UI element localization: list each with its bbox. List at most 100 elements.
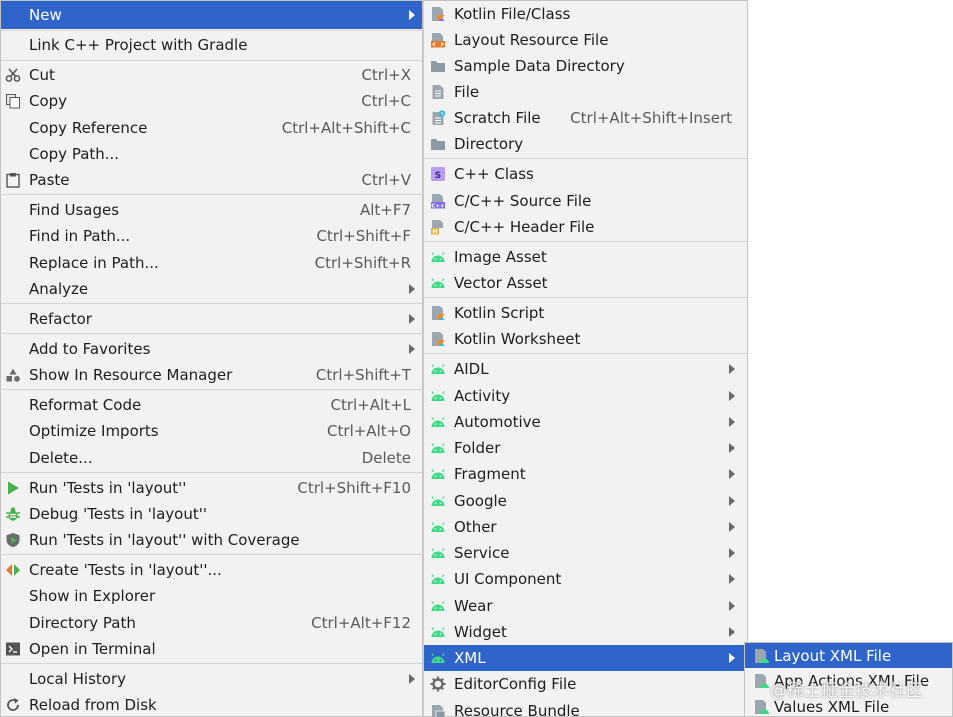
menu-item-reload-from-disk[interactable]: Reload from Disk [1,692,422,717]
menu-item-c-cpp-source-file[interactable]: C++ C/C++ Source File [424,188,747,214]
menu-item-run-tests[interactable]: Run 'Tests in 'layout'' Ctrl+Shift+F10 [1,475,422,501]
menu-item-c-cpp-header-file[interactable]: H C/C++ Header File [424,214,747,240]
menu-item-widget[interactable]: Widget [424,619,747,645]
menu-item-show-in-explorer[interactable]: Show in Explorer [1,583,422,609]
copy-icon [5,93,21,109]
shortcut-text: Ctrl+Alt+O [327,422,411,440]
menu-item-new[interactable]: New [1,1,422,29]
menu-item-label: Automotive [454,413,541,431]
menu-item-aidl[interactable]: AIDL [424,356,747,382]
menu-item-label: Copy Path... [29,145,120,163]
gear-icon [430,676,446,692]
menu-item-label: Paste [29,171,70,189]
menu-item-label: UI Component [454,570,562,588]
menu-item-resource-bundle[interactable]: Resource Bundle [424,698,747,717]
menu-item-label: Analyze [29,280,89,298]
submenu-arrow-icon [729,391,735,401]
resource-manager-icon [5,367,21,383]
menu-separator [424,353,747,354]
menu-item-add-to-favorites[interactable]: Add to Favorites [1,336,422,362]
android-icon [430,571,446,587]
shortcut-text: Ctrl+Shift+F [316,227,411,245]
menu-item-ui-component[interactable]: UI Component [424,566,747,592]
xml-file-icon [753,673,769,689]
menu-item-automotive[interactable]: Automotive [424,409,747,435]
menu-item-service[interactable]: Service [424,540,747,566]
menu-item-file[interactable]: File [424,79,747,105]
menu-item-directory[interactable]: Directory [424,131,747,157]
run-icon [5,480,21,496]
menu-item-label: Widget [454,623,507,641]
menu-item-label: Replace in Path... [29,254,159,272]
submenu-arrow-icon [729,522,735,532]
file-icon [430,84,446,100]
menu-item-sample-data-directory[interactable]: Sample Data Directory [424,53,747,79]
menu-item-paste[interactable]: Paste Ctrl+V [1,167,422,193]
menu-item-reformat-code[interactable]: Reformat Code Ctrl+Alt+L [1,392,422,418]
xml-file-icon [753,699,769,715]
create-test-icon [5,562,21,578]
menu-separator [1,30,422,31]
menu-item-label: Other [454,518,497,536]
menu-separator [1,333,422,334]
menu-item-find-in-path[interactable]: Find in Path... Ctrl+Shift+F [1,223,422,249]
svg-text:H: H [432,228,437,235]
menu-item-cut[interactable]: Cut Ctrl+X [1,62,422,88]
menu-item-label: Run 'Tests in 'layout'' with Coverage [29,531,300,549]
shortcut-text: Delete [361,449,411,467]
menu-item-directory-path[interactable]: Directory Path Ctrl+Alt+F12 [1,610,422,636]
menu-item-label: Kotlin Worksheet [454,330,581,348]
menu-item-fragment[interactable]: Fragment [424,461,747,487]
menu-item-optimize-imports[interactable]: Optimize Imports Ctrl+Alt+O [1,418,422,444]
menu-item-show-in-resource-manager[interactable]: Show In Resource Manager Ctrl+Shift+T [1,362,422,388]
menu-item-label: Copy Reference [29,119,148,137]
menu-item-analyze[interactable]: Analyze [1,276,422,302]
menu-item-copy[interactable]: Copy Ctrl+C [1,88,422,114]
menu-item-cpp-class[interactable]: S C++ Class [424,161,747,187]
menu-item-open-in-terminal[interactable]: Open in Terminal [1,636,422,662]
menu-item-copy-reference[interactable]: Copy Reference Ctrl+Alt+Shift+C [1,115,422,141]
menu-item-app-actions-xml-file[interactable]: App Actions XML File [745,668,952,694]
menu-item-label: Folder [454,439,501,457]
android-icon [430,650,446,666]
submenu-arrow-icon [729,574,735,584]
menu-item-kotlin-file-class[interactable]: Kotlin File/Class [424,1,747,27]
menu-item-xml[interactable]: XML [424,645,747,671]
menu-item-copy-path[interactable]: Copy Path... [1,141,422,167]
menu-item-run-with-coverage[interactable]: Run 'Tests in 'layout'' with Coverage [1,527,422,553]
menu-item-activity[interactable]: Activity [424,383,747,409]
menu-item-create-tests[interactable]: Create 'Tests in 'layout''... [1,557,422,583]
menu-item-editorconfig-file[interactable]: EditorConfig File [424,671,747,697]
xml-file-icon [753,648,769,664]
menu-item-wear[interactable]: Wear [424,593,747,619]
menu-item-layout-xml-file[interactable]: Layout XML File [745,643,952,668]
menu-separator [1,554,422,555]
menu-item-replace-in-path[interactable]: Replace in Path... Ctrl+Shift+R [1,250,422,276]
menu-item-kotlin-script[interactable]: Kotlin Script [424,300,747,326]
menu-item-local-history[interactable]: Local History [1,666,422,692]
submenu-arrow-icon [729,627,735,637]
menu-item-label: Reload from Disk [29,696,157,714]
menu-item-google[interactable]: Google [424,488,747,514]
menu-item-values-xml-file[interactable]: Values XML File [745,694,952,717]
resource-bundle-icon [430,703,446,717]
menu-item-label: Service [454,544,510,562]
menu-item-label: Local History [29,670,127,688]
menu-item-find-usages[interactable]: Find Usages Alt+F7 [1,197,422,223]
menu-item-delete[interactable]: Delete... Delete [1,445,422,471]
menu-item-debug-tests[interactable]: Debug 'Tests in 'layout'' [1,501,422,527]
android-icon [430,624,446,640]
menu-item-image-asset[interactable]: Image Asset [424,244,747,270]
menu-item-scratch-file[interactable]: Scratch File Ctrl+Alt+Shift+Insert [424,105,747,131]
menu-item-label: Find in Path... [29,227,131,245]
menu-item-other[interactable]: Other [424,514,747,540]
menu-item-link-cpp-project[interactable]: Link C++ Project with Gradle [1,32,422,58]
menu-item-folder[interactable]: Folder [424,435,747,461]
menu-item-vector-asset[interactable]: Vector Asset [424,270,747,296]
menu-item-refactor[interactable]: Refactor [1,306,422,332]
menu-item-label: Image Asset [454,248,547,266]
menu-item-layout-resource-file[interactable]: Layout Resource File [424,27,747,53]
menu-item-kotlin-worksheet[interactable]: Kotlin Worksheet [424,326,747,352]
shortcut-text: Ctrl+V [361,171,411,189]
submenu-arrow-icon [729,653,735,663]
